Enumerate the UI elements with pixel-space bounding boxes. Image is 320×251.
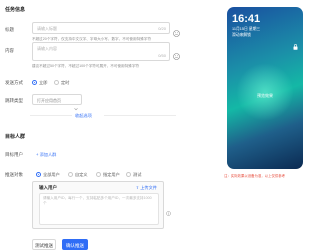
push-to-label: 推送对象 [5,172,23,177]
upload-file-link[interactable]: ⇪ 上传文件 [136,185,157,191]
jump-type-value: 打开应用首页 [37,98,61,103]
send-type-label: 发送方式 [5,80,23,85]
title-placeholder: 请输入标题 [37,26,57,31]
user-id-placeholder: 请输入用户ID，每行一个，支持粘贴多个用户ID，一次最多支持1000个 [43,196,152,205]
title-label: 标题 [5,27,14,32]
lock-icon [293,37,298,50]
phone-time: 16:41 [232,13,261,25]
phone-date: 11月15日 星期三 [232,27,261,31]
push-test-radio[interactable] [126,172,131,177]
send-immediate-label: 立即 [39,80,48,85]
content-label: 内容 [5,48,14,53]
phone-subtitle: 滑动来解锁 [232,33,251,37]
target-user-label: 目标用户 [5,152,23,157]
collapse-options-link[interactable]: 收起选项 [75,113,92,119]
push-all-label: 全部用户 [43,172,60,177]
preview-note: 注：实际效果以设备为准，以上仅供参考 [224,174,286,178]
push-custom-radio[interactable] [68,172,73,177]
test-push-button[interactable]: 测试推送 [32,239,56,250]
title-input[interactable]: 请输入标题 0/20 [32,22,170,34]
jump-type-select[interactable]: 打开应用首页 [32,94,82,111]
push-specified-label: 指定用户 [103,172,120,177]
phone-glow [237,62,293,122]
add-audience-link[interactable]: + 添加人群 [36,152,56,158]
phone-preview: 16:41 11月15日 星期三 滑动来解锁 预览效果 [227,7,303,169]
push-all-radio[interactable] [36,172,41,177]
jump-type-label: 跳转类型 [5,98,23,103]
title-counter: 0/20 [158,26,166,31]
divider [104,115,176,116]
user-id-box: 输入用户 ⇪ 上传文件 请输入用户ID，每行一个，支持粘贴多个用户ID，一次最多… [32,181,164,229]
section-title-target: 目标人群 [5,134,26,140]
send-scheduled-radio[interactable] [54,80,59,85]
phone-center-label: 预览效果 [257,93,273,98]
divider [30,115,72,116]
push-test-label: 测试 [133,172,142,177]
section-title-task-info: 任务信息 [5,7,26,13]
content-placeholder: 请输入内容 [37,46,57,51]
send-scheduled-label: 定时 [61,80,70,85]
push-specified-radio[interactable] [96,172,101,177]
push-custom-label: 自定义 [75,172,88,177]
confirm-push-button[interactable]: 确认推送 [62,239,88,250]
info-icon [166,203,171,216]
send-immediate-radio[interactable] [32,80,37,85]
content-help: 建议不超过50个字符，不超过100个字符可展开，不可使用特殊字符 [32,64,140,68]
emoji-icon[interactable] [173,47,180,60]
user-id-box-title: 输入用户 [39,185,57,190]
upload-file-label: 上传文件 [140,185,157,190]
content-counter: 0/50 [158,53,166,58]
upload-icon: ⇪ [135,185,140,190]
content-input[interactable]: 请输入内容 0/50 [32,42,170,61]
user-id-textarea[interactable]: 请输入用户ID，每行一个，支持粘贴多个用户ID，一次最多支持1000个 [39,193,159,225]
emoji-icon[interactable] [173,24,180,37]
